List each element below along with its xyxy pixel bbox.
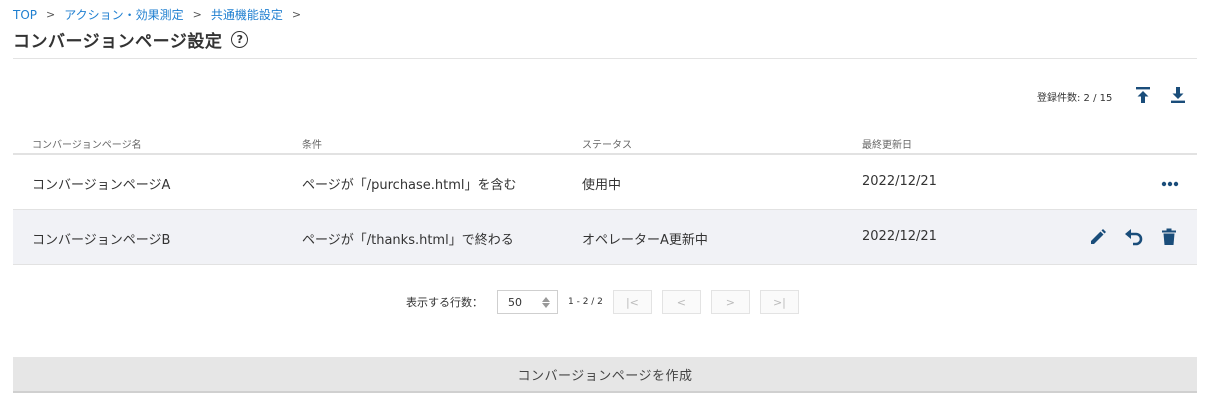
cell-updated: 2022/12/21 <box>862 229 937 244</box>
rows-per-page-stepper[interactable]: 50 <box>497 290 558 314</box>
cell-condition: ページが「/thanks.html」で終わる <box>302 233 514 248</box>
rows-per-page-value: 50 <box>508 295 522 309</box>
conversion-page-table: コンバージョンページ名 条件 ステータス 最終更新日 コンバージョンページA ペ… <box>13 128 1197 265</box>
last-page-button[interactable]: >| <box>759 290 799 314</box>
header-name: コンバージョンページ名 <box>32 140 142 151</box>
breadcrumb-common-settings[interactable]: 共通機能設定 <box>211 6 283 23</box>
rows-per-page-label: 表示する行数： <box>406 296 483 309</box>
more-icon[interactable] <box>1161 176 1179 191</box>
table-row[interactable]: コンバージョンページA ページが「/purchase.html」を含む 使用中 … <box>13 155 1197 210</box>
first-page-button[interactable]: |< <box>612 290 652 314</box>
table-header: コンバージョンページ名 条件 ステータス 最終更新日 <box>13 128 1197 155</box>
breadcrumb-separator: > <box>192 8 202 21</box>
trash-icon[interactable] <box>1161 228 1177 250</box>
next-page-button[interactable]: > <box>710 290 750 314</box>
breadcrumb-action-measurement[interactable]: アクション・効果測定 <box>64 6 183 23</box>
pager: 表示する行数： 50 1 - 2 / 2 |< < > >| <box>406 290 809 314</box>
create-conversion-page-button[interactable]: コンバージョンページを作成 <box>13 357 1197 393</box>
edit-icon[interactable] <box>1089 228 1107 250</box>
record-count: 登録件数: 2 / 15 <box>1037 93 1113 104</box>
table-row[interactable]: コンバージョンページB ページが「/thanks.html」で終わる オペレータ… <box>13 210 1197 265</box>
breadcrumb-separator: > <box>46 8 56 21</box>
cell-condition: ページが「/purchase.html」を含む <box>302 178 517 193</box>
header-status: ステータス <box>582 140 632 151</box>
cell-status: 使用中 <box>582 178 622 193</box>
page-title: コンバージョンページ設定 <box>13 32 223 52</box>
page-range: 1 - 2 / 2 <box>568 297 603 307</box>
cell-status: オペレーターA更新中 <box>582 233 708 248</box>
spinner-icon[interactable] <box>542 296 550 308</box>
breadcrumb-top[interactable]: TOP <box>13 8 37 22</box>
cell-name: コンバージョンページA <box>32 178 171 193</box>
breadcrumb-separator: > <box>291 8 302 21</box>
help-icon[interactable]: ? <box>231 31 249 48</box>
title-row: コンバージョンページ設定 ? <box>13 27 249 52</box>
header-updated: 最終更新日 <box>862 140 912 151</box>
breadcrumb: TOP > アクション・効果測定 > 共通機能設定 > <box>13 6 310 23</box>
header-condition: 条件 <box>302 140 322 151</box>
cell-name: コンバージョンページB <box>32 233 171 248</box>
cell-updated: 2022/12/21 <box>862 174 937 189</box>
download-icon[interactable] <box>1170 86 1186 108</box>
undo-icon[interactable] <box>1124 228 1144 250</box>
prev-page-button[interactable]: < <box>661 290 701 314</box>
upload-icon[interactable] <box>1135 86 1151 108</box>
divider <box>13 58 1197 59</box>
